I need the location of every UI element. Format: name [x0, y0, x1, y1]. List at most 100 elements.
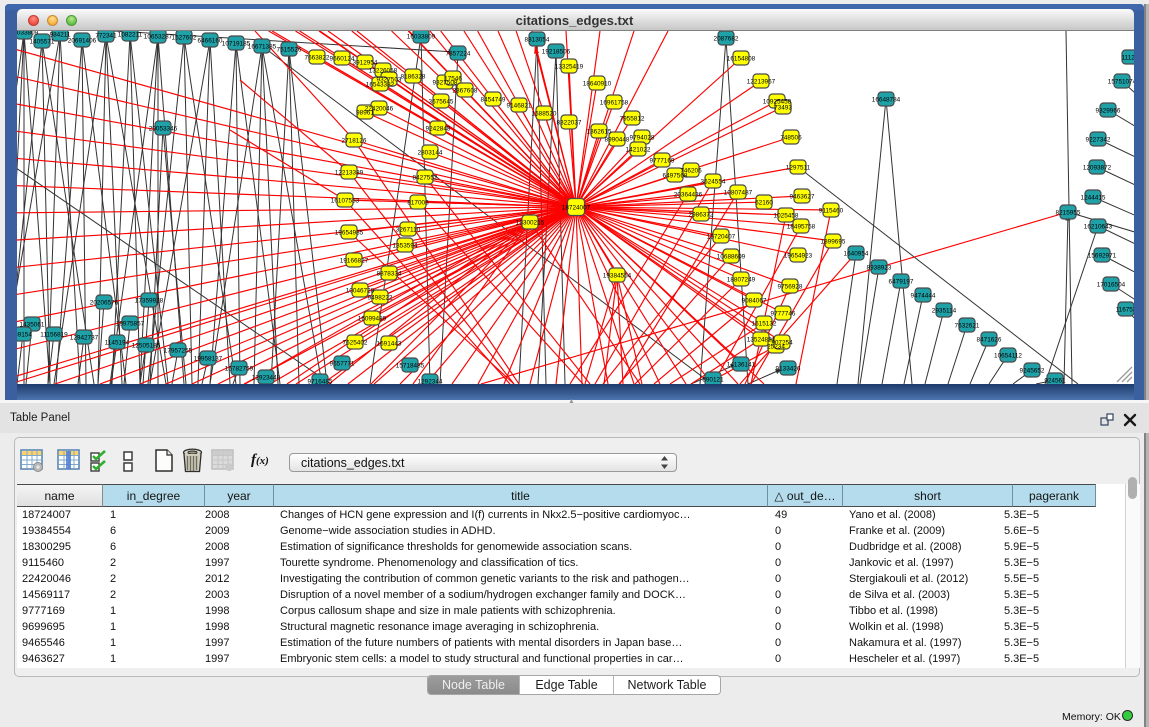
svg-text:13325419: 13325419 — [555, 63, 584, 70]
svg-text:62160: 62160 — [755, 199, 773, 206]
svg-text:9329966: 9329966 — [1096, 107, 1121, 114]
svg-text:3675645: 3675645 — [429, 98, 454, 105]
svg-text:1588520: 1588520 — [532, 110, 557, 117]
svg-text:16154808: 16154808 — [727, 55, 756, 62]
svg-text:20691406: 20691406 — [68, 37, 97, 44]
svg-text:16107553: 16107553 — [331, 197, 360, 204]
svg-text:6466160: 6466160 — [198, 37, 223, 44]
svg-text:19166827: 19166827 — [340, 257, 369, 264]
svg-text:7857224: 7857224 — [446, 50, 471, 57]
svg-text:9777746: 9777746 — [771, 310, 796, 317]
svg-text:19975857: 19975857 — [116, 320, 145, 327]
svg-text:8454749: 8454749 — [481, 96, 506, 103]
svg-text:98961: 98961 — [356, 109, 374, 116]
svg-text:10046728: 10046728 — [346, 287, 375, 294]
svg-text:18300215: 18300215 — [516, 219, 545, 226]
svg-text:7515526: 7515526 — [277, 46, 302, 53]
svg-text:16961758: 16961758 — [600, 99, 629, 106]
svg-text:9498222: 9498222 — [368, 294, 393, 301]
svg-text:9146821: 9146821 — [507, 102, 532, 109]
svg-text:1691443: 1691443 — [377, 340, 402, 347]
svg-text:9756928: 9756928 — [778, 283, 803, 290]
svg-text:9660124: 9660124 — [330, 55, 355, 62]
svg-text:12093872: 12093872 — [1083, 164, 1112, 171]
svg-text:16648784: 16648784 — [872, 96, 901, 103]
svg-text:10654112: 10654112 — [994, 352, 1022, 359]
svg-text:2986372: 2986372 — [689, 211, 714, 218]
svg-text:12942737: 12942737 — [70, 334, 99, 341]
svg-text:19384554: 19384554 — [603, 272, 632, 279]
svg-text:1292344: 1292344 — [418, 378, 443, 384]
svg-text:11156819: 11156819 — [40, 331, 68, 338]
svg-text:12505185: 12505185 — [132, 342, 161, 349]
svg-text:9463627: 9463627 — [790, 193, 815, 200]
svg-text:19218506: 19218506 — [542, 48, 571, 55]
svg-text:9716485: 9716485 — [308, 378, 333, 384]
svg-text:20364436: 20364436 — [674, 191, 703, 198]
svg-text:13226058: 13226058 — [369, 67, 398, 74]
svg-text:73493: 73493 — [774, 104, 792, 111]
svg-text:9227342: 9227342 — [1086, 136, 1111, 143]
svg-text:8990448: 8990448 — [605, 136, 630, 143]
svg-text:1405571: 1405571 — [30, 38, 55, 45]
svg-text:18807249: 18807249 — [727, 276, 756, 283]
svg-text:15718485: 15718485 — [396, 362, 425, 369]
svg-text:8813054: 8813054 — [525, 36, 550, 43]
svg-text:8322037: 8322037 — [557, 119, 582, 126]
svg-text:10807487: 10807487 — [724, 189, 753, 196]
svg-text:1297511: 1297511 — [786, 164, 811, 171]
svg-text:3267110: 3267110 — [396, 226, 421, 233]
svg-text:7955812: 7955812 — [620, 115, 645, 122]
svg-text:15751074: 15751074 — [1108, 78, 1134, 85]
svg-text:17546: 17546 — [444, 75, 462, 82]
svg-text:19654923: 19654923 — [784, 252, 813, 259]
svg-text:1244415: 1244415 — [1081, 194, 1106, 201]
svg-text:2367608: 2367608 — [453, 87, 478, 94]
svg-text:12213389: 12213389 — [335, 169, 364, 176]
svg-text:6479197: 6479197 — [889, 278, 914, 285]
svg-text:19654985: 19654985 — [335, 229, 364, 236]
svg-text:2803144: 2803144 — [418, 149, 443, 156]
svg-text:2718126: 2718126 — [342, 137, 367, 144]
svg-text:9777169: 9777169 — [650, 157, 675, 164]
svg-text:9242848: 9242848 — [426, 125, 451, 132]
svg-text:1899695: 1899695 — [821, 238, 846, 245]
svg-text:1025458: 1025458 — [774, 212, 799, 219]
svg-text:29053346: 29053346 — [149, 125, 178, 132]
svg-text:16099489: 16099489 — [358, 315, 387, 322]
svg-text:19958137: 19958137 — [194, 355, 223, 362]
svg-text:1353594: 1353594 — [393, 242, 418, 249]
svg-text:116753: 116753 — [1116, 306, 1134, 313]
svg-text:1640954: 1640954 — [844, 250, 869, 257]
svg-text:7625402: 7625402 — [343, 339, 368, 346]
svg-text:17957255: 17957255 — [164, 347, 193, 354]
svg-text:9657771: 9657771 — [330, 360, 355, 367]
svg-text:890121: 890121 — [702, 376, 724, 383]
svg-text:12213967: 12213967 — [747, 78, 776, 85]
svg-text:1435061: 1435061 — [20, 321, 45, 328]
svg-text:16210643: 16210643 — [1084, 223, 1113, 230]
svg-text:748506: 748506 — [780, 134, 802, 141]
svg-text:9084067: 9084067 — [742, 297, 767, 304]
svg-text:8215955: 8215955 — [1056, 209, 1081, 216]
svg-text:14136141: 14136141 — [727, 361, 756, 368]
svg-text:17016504: 17016504 — [1097, 281, 1126, 288]
svg-text:16782759: 16782759 — [225, 365, 254, 372]
svg-text:817006: 817006 — [407, 199, 429, 206]
svg-text:10688609: 10688609 — [717, 253, 746, 260]
svg-text:16671385: 16671385 — [248, 43, 277, 50]
svg-text:16033809: 16033809 — [17, 31, 39, 36]
svg-text:9474444: 9474444 — [911, 292, 936, 299]
svg-text:8878334: 8878334 — [377, 270, 402, 277]
svg-text:1082211: 1082211 — [118, 31, 143, 38]
svg-text:1421022: 1421022 — [626, 146, 651, 153]
svg-text:39154: 39154 — [17, 331, 32, 338]
svg-text:18724007: 18724007 — [562, 204, 591, 211]
svg-text:1527602: 1527602 — [172, 34, 197, 41]
svg-text:10653287: 10653287 — [144, 33, 173, 40]
svg-text:15720407: 15720407 — [707, 233, 736, 240]
svg-text:2935114: 2935114 — [932, 307, 957, 314]
svg-text:907254: 907254 — [771, 339, 793, 346]
svg-text:2087682: 2087682 — [714, 35, 739, 42]
svg-text:8186328: 8186328 — [401, 73, 426, 80]
